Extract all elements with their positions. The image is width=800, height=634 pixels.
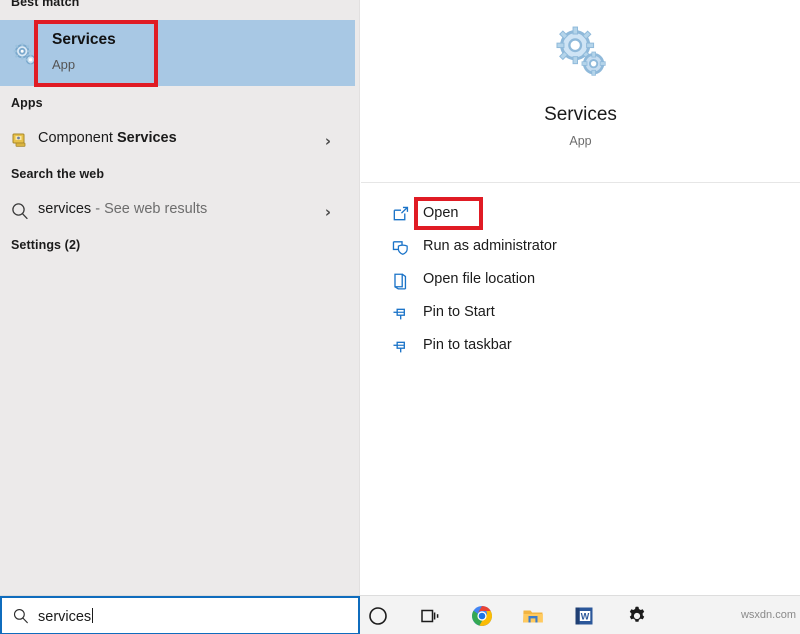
pin-icon <box>391 337 410 356</box>
result-component-services[interactable]: Component Services › <box>0 120 355 160</box>
action-label: Run as administrator <box>423 238 557 254</box>
taskbar: services <box>0 595 800 634</box>
component-services-icon <box>10 130 30 150</box>
services-gear-icon <box>10 40 40 70</box>
open-icon <box>391 205 410 224</box>
action-label: Open <box>423 205 458 221</box>
search-results-panel: Best match <box>0 0 360 595</box>
search-icon <box>10 201 30 221</box>
text-caret <box>92 608 93 623</box>
folder-icon <box>391 271 410 290</box>
app-preview-panel: Services App Open <box>361 0 800 595</box>
action-label: Open file location <box>423 271 535 287</box>
result-label: Component Services <box>38 130 177 146</box>
app-hero: Services App <box>361 0 800 182</box>
settings-gear-icon[interactable] <box>626 605 648 627</box>
pin-icon <box>391 304 410 323</box>
action-label: Pin to Start <box>423 304 495 320</box>
app-action-list: Open Run as administrator <box>361 198 800 363</box>
action-label: Pin to taskbar <box>423 337 512 353</box>
shield-icon <box>391 238 410 257</box>
section-header-settings: Settings (2) <box>11 238 80 252</box>
preview-app-name: Services <box>361 104 800 126</box>
start-menu-search-screen: Best match <box>0 0 800 634</box>
best-match-text: Services App <box>52 31 116 72</box>
action-pin-to-start[interactable]: Pin to Start <box>361 297 800 330</box>
result-label-match: Services <box>117 130 177 146</box>
chevron-right-icon[interactable]: › <box>325 203 331 221</box>
search-icon <box>12 607 30 625</box>
search-input[interactable]: services <box>0 596 360 634</box>
web-see-results-text: - See web results <box>91 201 207 217</box>
web-query-text: services <box>38 201 91 217</box>
search-text: services <box>38 609 91 625</box>
result-web-search[interactable]: services - See web results › <box>0 191 355 231</box>
best-match-subtitle: App <box>52 57 116 72</box>
cortana-icon[interactable] <box>367 605 389 627</box>
action-run-as-administrator[interactable]: Run as administrator <box>361 231 800 264</box>
chevron-right-icon[interactable]: › <box>325 132 331 150</box>
action-open[interactable]: Open <box>361 198 800 231</box>
preview-app-kind: App <box>361 134 800 148</box>
section-header-apps: Apps <box>11 96 43 110</box>
best-match-title: Services <box>52 31 116 49</box>
file-explorer-icon[interactable] <box>522 605 544 627</box>
section-header-search-the-web: Search the web <box>11 167 104 181</box>
action-pin-to-taskbar[interactable]: Pin to taskbar <box>361 330 800 363</box>
services-gear-icon <box>550 22 612 84</box>
action-open-file-location[interactable]: Open file location <box>361 264 800 297</box>
word-icon[interactable]: W <box>573 605 595 627</box>
site-watermark: wsxdn.com <box>741 609 796 621</box>
task-view-icon[interactable] <box>419 605 441 627</box>
svg-text:W: W <box>581 611 590 621</box>
result-label-prefix: Component <box>38 130 117 146</box>
preview-divider <box>361 182 800 183</box>
chrome-icon[interactable] <box>471 605 493 627</box>
section-header-best-match: Best match <box>11 0 79 9</box>
search-input-value: services <box>38 608 93 625</box>
best-match-result-services[interactable]: Services App <box>0 20 355 86</box>
result-label: services - See web results <box>38 201 207 217</box>
